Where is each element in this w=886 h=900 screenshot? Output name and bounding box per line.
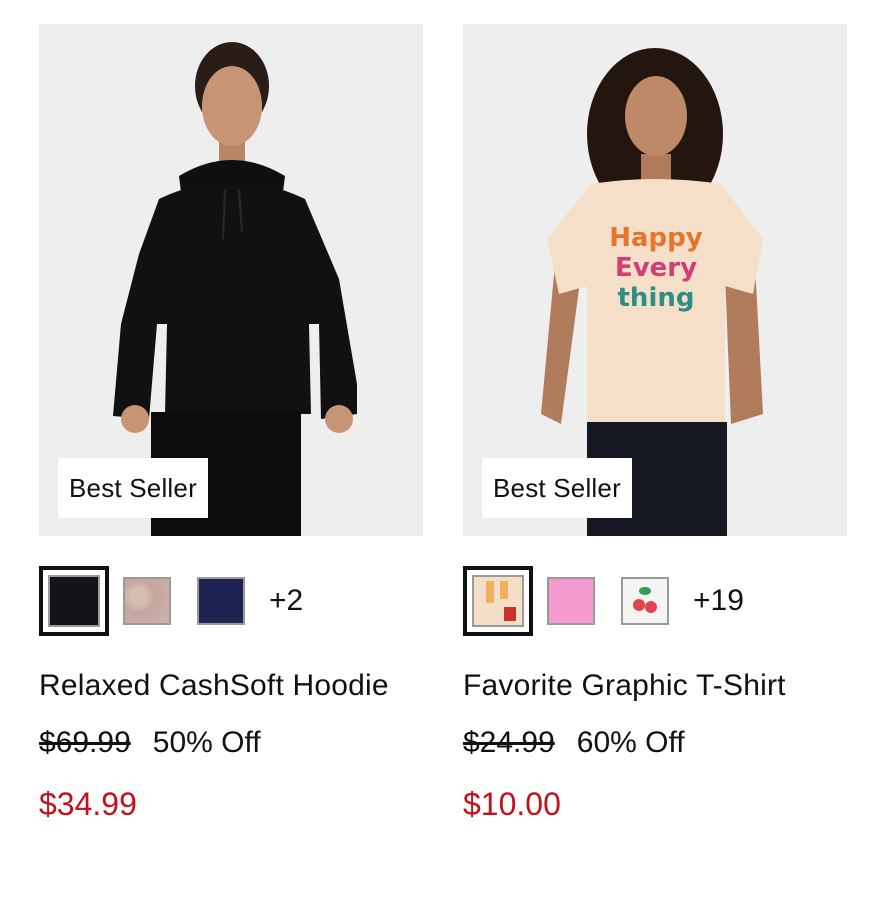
svg-text:Every: Every	[615, 253, 697, 283]
color-swatches: +2	[39, 566, 423, 636]
product-image[interactable]: Best Seller	[39, 24, 423, 536]
color-swatches: +19	[463, 566, 847, 636]
product-image[interactable]: Happy Every thing Best Seller	[463, 24, 847, 536]
swatch-cream-graphic[interactable]	[463, 566, 533, 636]
swatch-black[interactable]	[39, 566, 109, 636]
swatch-navy[interactable]	[197, 577, 245, 625]
product-name[interactable]: Favorite Graphic T-Shirt	[463, 666, 847, 706]
price-row: $69.99 50% Off	[39, 726, 423, 760]
product-name[interactable]: Relaxed CashSoft Hoodie	[39, 666, 423, 706]
product-card[interactable]: Happy Every thing Best Seller +19 Favori…	[463, 24, 847, 823]
svg-text:thing: thing	[618, 283, 695, 313]
swatch-white-cherry-print[interactable]	[621, 577, 669, 625]
best-seller-badge: Best Seller	[482, 458, 632, 518]
more-colors-count[interactable]: +19	[693, 584, 744, 618]
svg-text:Happy: Happy	[609, 223, 703, 253]
swatch-pink[interactable]	[547, 577, 595, 625]
sale-price: $10.00	[463, 786, 561, 822]
sale-price: $34.99	[39, 786, 137, 822]
best-seller-badge: Best Seller	[58, 458, 208, 518]
product-card[interactable]: Best Seller +2 Relaxed CashSoft Hoodie $…	[39, 24, 423, 823]
original-price: $69.99	[39, 726, 131, 759]
discount-label: 50% Off	[152, 726, 261, 759]
more-colors-count[interactable]: +2	[269, 584, 303, 618]
swatch-heather-pink[interactable]	[123, 577, 171, 625]
discount-label: 60% Off	[576, 726, 685, 759]
original-price: $24.99	[463, 726, 555, 759]
price-row: $24.99 60% Off	[463, 726, 847, 760]
